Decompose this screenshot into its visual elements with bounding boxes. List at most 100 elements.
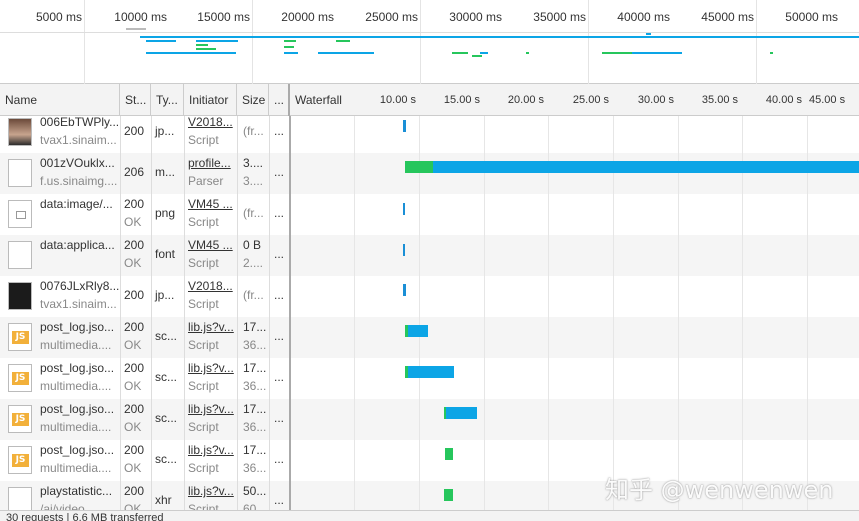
request-name: 0076JLxRly8... [40,279,120,293]
overview-activity-bar [318,52,374,54]
overview-divider [0,32,859,33]
javascript-file-icon: JS [8,405,32,433]
waterfall-download-bar[interactable] [433,161,859,173]
initiator-cell[interactable]: VM45 ... Script [184,194,237,235]
column-header-type[interactable]: Ty... [151,84,184,116]
request-name-cell[interactable]: 0076JLxRly8... tvax1.sinaim... [0,276,120,317]
initiator-link[interactable]: lib.js?v... [188,443,234,457]
initiator-cell[interactable]: lib.js?v... Script [184,358,237,399]
size-cell: 17... 36... [237,440,269,481]
overview-activity-bar [196,40,238,42]
initiator-cell[interactable]: profile... Parser [184,153,237,194]
overview-timeline[interactable]: 5000 ms 10000 ms 15000 ms 20000 ms 25000… [0,0,859,84]
waterfall-waiting-bar[interactable] [444,489,453,501]
request-name-cell[interactable]: data:applica... [0,235,120,276]
waterfall-bar[interactable] [403,120,406,132]
overview-grid-line [420,0,421,84]
initiator-link[interactable]: V2018... [188,279,233,293]
initiator-link[interactable]: lib.js?v... [188,361,234,375]
status-code: 200 [124,402,145,416]
overview-activity-bar [336,40,350,42]
request-domain: multimedia.... [40,379,112,393]
waterfall-waiting-bar[interactable] [445,448,453,460]
request-type: sc... [155,329,178,343]
time-cell: ... [269,116,289,153]
initiator-link[interactable]: VM45 ... [188,197,233,211]
waterfall-download-bar[interactable] [408,366,454,378]
initiator-type: Script [188,461,219,475]
column-header-time[interactable]: ... [269,84,290,116]
size-value: 17... [243,361,267,375]
initiator-type: Script [188,338,219,352]
time-value: ... [274,288,285,302]
waterfall-download-bar[interactable] [446,407,477,419]
request-name-cell[interactable]: JS post_log.jso... multimedia.... [0,440,120,481]
status-cell: 200 OK [120,440,151,481]
status-cell: 200 OK [120,194,151,235]
overview-grid-line [756,0,757,84]
request-name: post_log.jso... [40,320,115,334]
time-value: ... [274,329,285,343]
column-header-size[interactable]: Size [237,84,269,116]
status-code: 200 [124,484,145,498]
resource-size-value: 36... [243,461,267,475]
waterfall-bar[interactable] [403,203,405,215]
time-value: ... [274,247,285,261]
request-name: data:applica... [40,238,115,252]
initiator-cell[interactable]: lib.js?v... Script [184,440,237,481]
request-name: 006EbTWPly... [40,116,120,129]
time-value: ... [274,452,285,466]
request-domain: tvax1.sinaim... [40,297,117,311]
initiator-cell[interactable]: lib.js?v... Script [184,317,237,358]
column-header-waterfall[interactable]: Waterfall [290,84,370,116]
waterfall-tick-label: 15.00 s [443,94,480,106]
overview-activity-bar [146,40,176,42]
initiator-link[interactable]: profile... [188,156,231,170]
type-cell: jp... [151,276,184,317]
initiator-link[interactable]: VM45 ... [188,238,233,252]
request-name-cell[interactable]: 006EbTWPly... tvax1.sinaim... [0,116,120,153]
waterfall-waiting-bar[interactable] [405,161,433,173]
overview-tick-label: 15000 ms [197,10,250,24]
column-header-initiator[interactable]: Initiator [184,84,237,116]
initiator-cell[interactable]: lib.js?v... Script [184,399,237,440]
request-type: sc... [155,411,178,425]
time-value: ... [274,411,285,425]
initiator-link[interactable]: V2018... [188,116,233,129]
request-name-cell[interactable]: JS post_log.jso... multimedia.... [0,317,120,358]
initiator-type: Script [188,297,219,311]
status-cell: 200 OK [120,235,151,276]
overview-tick-label: 35000 ms [533,10,586,24]
waterfall-download-bar[interactable] [408,325,428,337]
waterfall-bar[interactable] [403,244,405,256]
time-cell: ... [269,153,289,194]
overview-tick-label: 40000 ms [617,10,670,24]
initiator-cell[interactable]: VM45 ... Script [184,235,237,276]
overview-activity-bar [284,40,296,42]
size-value: (fr... [243,288,264,302]
initiator-link[interactable]: lib.js?v... [188,402,234,416]
waterfall-bar[interactable] [403,284,406,296]
request-type: sc... [155,370,178,384]
resource-size-value: 36... [243,379,267,393]
request-name-cell[interactable]: JS post_log.jso... multimedia.... [0,399,120,440]
column-header-name[interactable]: Name [0,84,120,116]
waterfall-grid-line [742,116,743,521]
overview-tick-label: 30000 ms [449,10,502,24]
initiator-cell[interactable]: V2018... Script [184,276,237,317]
request-type: sc... [155,452,178,466]
waterfall-grid-line [354,116,355,521]
request-name-cell[interactable]: JS post_log.jso... multimedia.... [0,358,120,399]
column-header-status[interactable]: St... [120,84,151,116]
resource-size-value: 2.... [243,256,264,270]
initiator-cell[interactable]: V2018... Script [184,116,237,153]
request-name-cell[interactable]: data:image/... [0,194,120,235]
initiator-link[interactable]: lib.js?v... [188,484,234,498]
request-name: data:image/... [40,197,113,211]
initiator-link[interactable]: lib.js?v... [188,320,234,334]
request-name-cell[interactable]: 001zVOuklx... f.us.sinaimg.... [0,153,120,194]
initiator-type: Script [188,133,219,147]
status-bar: 30 requests | 6.6 MB transferred [0,510,859,521]
size-cell: 17... 36... [237,358,269,399]
status-code: 200 [124,238,145,252]
